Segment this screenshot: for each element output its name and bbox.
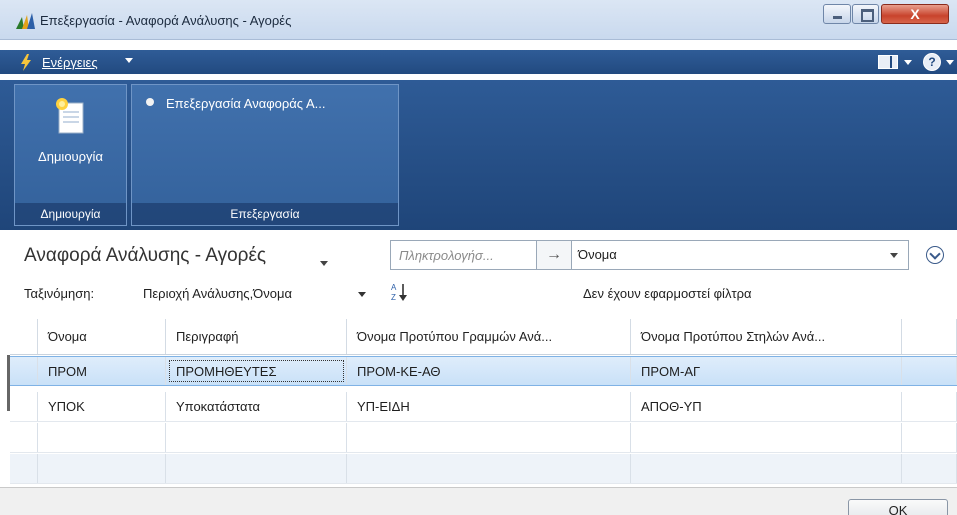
table-row[interactable]: [10, 454, 957, 484]
cell-description[interactable]: Υποκατάστατα: [166, 392, 347, 421]
cell-empty[interactable]: [902, 357, 957, 385]
list-title[interactable]: Αναφορά Ανάλυσης - Αγορές: [24, 245, 266, 267]
close-button[interactable]: [881, 4, 949, 24]
table-row[interactable]: ΥΠΟΚ Υποκατάστατα ΥΠ-ΕΙΔΗ ΑΠΟΘ-ΥΠ: [10, 392, 957, 422]
cell-column-template[interactable]: ΑΠΟΘ-ΥΠ: [631, 392, 902, 421]
cell-description[interactable]: ΠΡΟΜΗΘΕΥΤΕΣ: [166, 357, 347, 385]
ribbon-group-label: Δημιουργία: [15, 203, 126, 225]
column-header: [902, 319, 957, 354]
ribbon-group-create: Δημιουργία Δημιουργία: [14, 84, 127, 226]
layout-icon[interactable]: [878, 55, 898, 69]
table-row[interactable]: [10, 423, 957, 453]
chevron-down-icon[interactable]: [904, 60, 912, 65]
cell-empty[interactable]: [38, 423, 166, 452]
window-title: Επεξεργασία - Αναφορά Ανάλυσης - Αγορές: [40, 13, 292, 28]
bullet-icon: [146, 98, 154, 106]
sort-selector[interactable]: Περιοχή Ανάλυσης,Όνομα: [143, 286, 292, 301]
search-field-value: Όνομα: [578, 247, 617, 262]
table-row[interactable]: ΠΡΟΜ ΠΡΟΜΗΘΕΥΤΕΣ ΠΡΟΜ-ΚΕ-ΑΘ ΠΡΟΜ-ΑΓ: [10, 356, 957, 386]
chevron-down-icon: [890, 253, 898, 258]
cell-empty[interactable]: [902, 423, 957, 452]
title-bar: Επεξεργασία - Αναφορά Ανάλυσης - Αγορές: [0, 0, 957, 40]
chevron-down-icon[interactable]: [946, 60, 954, 65]
search-box[interactable]: [390, 240, 537, 270]
column-header[interactable]: Όνομα Προτύπου Στηλών Ανά...: [631, 319, 902, 354]
create-button-label: Δημιουργία: [38, 149, 103, 164]
row-selector-header: [10, 319, 38, 354]
cell-row-template[interactable]: ΥΠ-ΕΙΔΗ: [347, 392, 631, 421]
search-input[interactable]: [391, 241, 536, 269]
cell-name[interactable]: ΥΠΟΚ: [38, 392, 166, 421]
chevron-down-icon[interactable]: [125, 58, 133, 63]
cell-empty[interactable]: [902, 392, 957, 421]
cell-empty[interactable]: [631, 423, 902, 452]
cell-empty[interactable]: [166, 423, 347, 452]
cell-empty[interactable]: [347, 454, 631, 483]
column-header[interactable]: Όνομα: [38, 319, 166, 354]
edit-report-button[interactable]: Επεξεργασία Αναφοράς Α...: [146, 96, 325, 111]
new-document-icon: [56, 98, 84, 134]
ribbon-group-edit: Επεξεργασία Αναφοράς Α... Επεξεργασία: [131, 84, 399, 226]
footer-bar: OK: [0, 487, 957, 515]
cell-name[interactable]: ΠΡΟΜ: [38, 357, 166, 385]
svg-text:A: A: [391, 283, 397, 292]
column-header[interactable]: Περιγραφή: [166, 319, 347, 354]
row-selector[interactable]: [10, 423, 38, 452]
dynamics-nav-icon: [16, 13, 35, 29]
sort-label: Ταξινόμηση:: [24, 286, 95, 301]
chevron-down-icon[interactable]: [358, 292, 366, 297]
ribbon-group-label: Επεξεργασία: [132, 203, 398, 225]
help-icon[interactable]: ?: [923, 53, 941, 71]
row-selector[interactable]: [10, 454, 38, 483]
actions-menu[interactable]: Ενέργειες: [42, 55, 98, 70]
actions-bar: Ενέργειες ?: [0, 50, 957, 74]
cell-empty[interactable]: [631, 454, 902, 483]
bolt-icon: [21, 54, 31, 71]
data-grid: Όνομα Περιγραφή Όνομα Προτύπου Γραμμών Α…: [10, 319, 957, 487]
search-field-select[interactable]: Όνομα: [572, 240, 909, 270]
row-selector[interactable]: [10, 357, 38, 385]
filter-status: Δεν έχουν εφαρμοστεί φίλτρα: [583, 286, 752, 301]
cell-column-template[interactable]: ΠΡΟΜ-ΑΓ: [631, 357, 902, 385]
minimize-button[interactable]: [823, 4, 851, 24]
cell-empty[interactable]: [347, 423, 631, 452]
edit-report-label: Επεξεργασία Αναφοράς Α...: [166, 96, 326, 111]
maximize-button[interactable]: [852, 4, 879, 24]
column-header[interactable]: Όνομα Προτύπου Γραμμών Ανά...: [347, 319, 631, 354]
row-selector[interactable]: [10, 392, 38, 421]
divider: [7, 355, 10, 411]
search-go-button[interactable]: →: [537, 240, 572, 270]
ok-button[interactable]: OK: [848, 499, 948, 515]
ribbon: Δημιουργία Δημιουργία Επεξεργασία Αναφορ…: [0, 80, 957, 230]
grid-header: Όνομα Περιγραφή Όνομα Προτύπου Γραμμών Α…: [10, 319, 957, 355]
arrow-right-icon: →: [546, 246, 562, 263]
svg-text:Z: Z: [391, 293, 396, 302]
cell-row-template[interactable]: ΠΡΟΜ-ΚΕ-ΑΘ: [347, 357, 631, 385]
cell-empty[interactable]: [166, 454, 347, 483]
cell-empty[interactable]: [38, 454, 166, 483]
chevron-down-icon[interactable]: [320, 261, 328, 266]
sort-ascending-icon[interactable]: A Z: [390, 281, 410, 303]
cell-empty[interactable]: [902, 454, 957, 483]
expand-filter-icon[interactable]: [926, 246, 944, 264]
